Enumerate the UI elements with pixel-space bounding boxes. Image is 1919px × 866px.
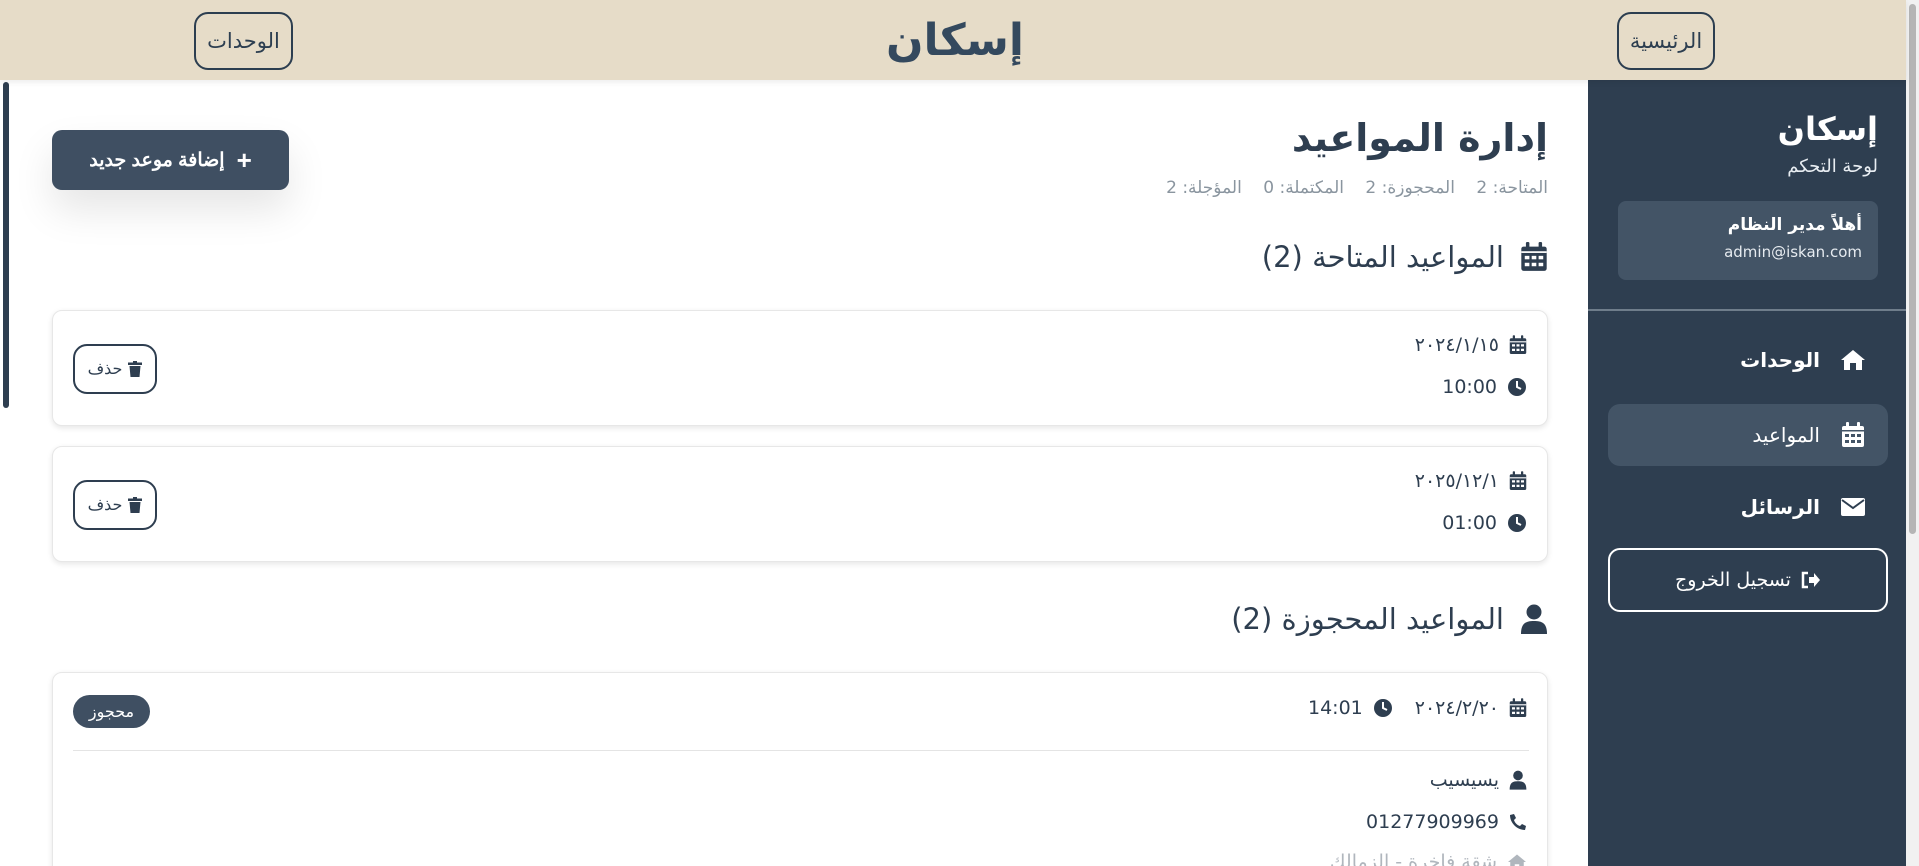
home-icon <box>1838 345 1868 375</box>
sidebar-item-messages[interactable]: الرسائل <box>1608 476 1888 538</box>
units-button[interactable]: الوحدات <box>194 12 293 70</box>
logout-button[interactable]: تسجيل الخروج <box>1608 548 1888 612</box>
sidebar-item-label: الوحدات <box>1740 348 1820 372</box>
top-header: الرئيسية إسكان الوحدات <box>0 0 1906 80</box>
page-title: إدارة المواعيد <box>1291 116 1548 160</box>
appointment-date: ٢٠٢٤/١/١٥ <box>1415 334 1527 356</box>
envelope-icon <box>1838 492 1868 522</box>
booked-appointment-card: ٢٠٢٤/٢/٢٠ 14:01 محجوز يسيسيب 01277909969… <box>52 672 1548 866</box>
page-scrollbar[interactable] <box>1906 0 1919 866</box>
unit-name: شقة فاخرة - الزمالك <box>1329 851 1497 866</box>
sidebar-item-units[interactable]: الوحدات <box>1608 329 1888 391</box>
user-card: أهلاً مدير النظام admin@iskan.com <box>1618 201 1878 280</box>
trash-icon <box>128 361 143 377</box>
plus-icon: + <box>236 144 252 175</box>
client-name: يسيسيب <box>1429 769 1499 791</box>
user-icon <box>1520 604 1548 634</box>
home-icon <box>1507 853 1527 866</box>
stat-postponed: المؤجلة: 2 <box>1166 178 1242 198</box>
time-text: 10:00 <box>1442 376 1497 398</box>
section-title-text: المواعيد المتاحة (2) <box>1261 240 1504 274</box>
user-icon <box>1509 770 1527 790</box>
time-text: 01:00 <box>1442 512 1497 534</box>
sign-out-icon <box>1801 571 1821 589</box>
time-text: 14:01 <box>1307 697 1363 719</box>
delete-button[interactable]: حذف <box>73 480 157 530</box>
logout-label: تسجيل الخروج <box>1675 569 1791 591</box>
clock-icon <box>1507 513 1527 533</box>
appointment-card: ٢٠٢٥/١٢/١ 01:00 حذف <box>52 446 1548 562</box>
unit-row: شقة فاخرة - الزمالك <box>1330 851 1527 866</box>
card-divider <box>73 750 1529 751</box>
status-badge: محجوز <box>73 695 150 728</box>
sidebar-item-label: الرسائل <box>1740 495 1820 519</box>
client-phone-row: 01277909969 <box>1366 811 1527 833</box>
sidebar-divider <box>1588 309 1906 311</box>
clock-icon <box>1507 377 1527 397</box>
home-button[interactable]: الرئيسية <box>1617 12 1715 70</box>
clock-icon <box>1373 698 1393 718</box>
section-title-text: المواعيد المحجوزة (2) <box>1231 602 1504 636</box>
stat-completed: المكتملة: 0 <box>1263 178 1345 198</box>
calendar-icon <box>1838 420 1868 450</box>
booked-section-title: المواعيد المحجوزة (2) <box>1231 602 1548 636</box>
calendar-icon <box>1509 335 1527 355</box>
client-phone: 01277909969 <box>1366 811 1499 833</box>
appointment-time: 10:00 <box>1442 376 1527 398</box>
scrollbar-thumb[interactable] <box>1909 4 1916 534</box>
date-text: ٢٠٢٤/١/١٥ <box>1414 334 1499 356</box>
appointment-date: ٢٠٢٥/١٢/١ <box>1415 470 1527 492</box>
stats-line: المتاحة: 2 المحجوزة: 2 المكتملة: 0 المؤج… <box>1150 178 1548 198</box>
date-text: ٢٠٢٥/١٢/١ <box>1414 470 1499 492</box>
client-name-row: يسيسيب <box>1430 769 1527 791</box>
phone-icon <box>1509 813 1527 831</box>
user-email: admin@iskan.com <box>1724 243 1862 261</box>
stat-booked: المحجوزة: 2 <box>1365 178 1455 198</box>
date-text: ٢٠٢٤/٢/٢٠ <box>1414 697 1499 719</box>
brand-title: إسكان <box>885 15 1024 66</box>
calendar-icon <box>1520 242 1548 272</box>
trash-icon <box>128 497 143 513</box>
sidebar-item-appointments[interactable]: المواعيد <box>1608 404 1888 466</box>
booked-date-time: ٢٠٢٤/٢/٢٠ 14:01 <box>1308 697 1527 719</box>
appointment-time: 01:00 <box>1442 512 1527 534</box>
add-appointment-label: إضافة موعد جديد <box>89 149 225 171</box>
calendar-icon <box>1509 698 1527 718</box>
calendar-icon <box>1509 471 1527 491</box>
user-greeting: أهلاً مدير النظام <box>1727 215 1862 235</box>
add-appointment-button[interactable]: + إضافة موعد جديد <box>52 130 289 190</box>
stat-available: المتاحة: 2 <box>1476 178 1548 198</box>
sidebar-item-label: المواعيد <box>1752 423 1820 447</box>
available-section-title: المواعيد المتاحة (2) <box>1262 240 1548 274</box>
appointment-card: ٢٠٢٤/١/١٥ 10:00 حذف <box>52 310 1548 426</box>
sidebar: إسكان لوحة التحكم أهلاً مدير النظام admi… <box>1588 80 1906 866</box>
sidebar-title: إسكان <box>1777 110 1878 148</box>
left-scroll-indicator <box>3 82 9 408</box>
delete-label: حذف <box>87 497 123 514</box>
sidebar-subtitle: لوحة التحكم <box>1787 156 1878 177</box>
delete-button[interactable]: حذف <box>73 344 157 394</box>
delete-label: حذف <box>87 361 123 378</box>
